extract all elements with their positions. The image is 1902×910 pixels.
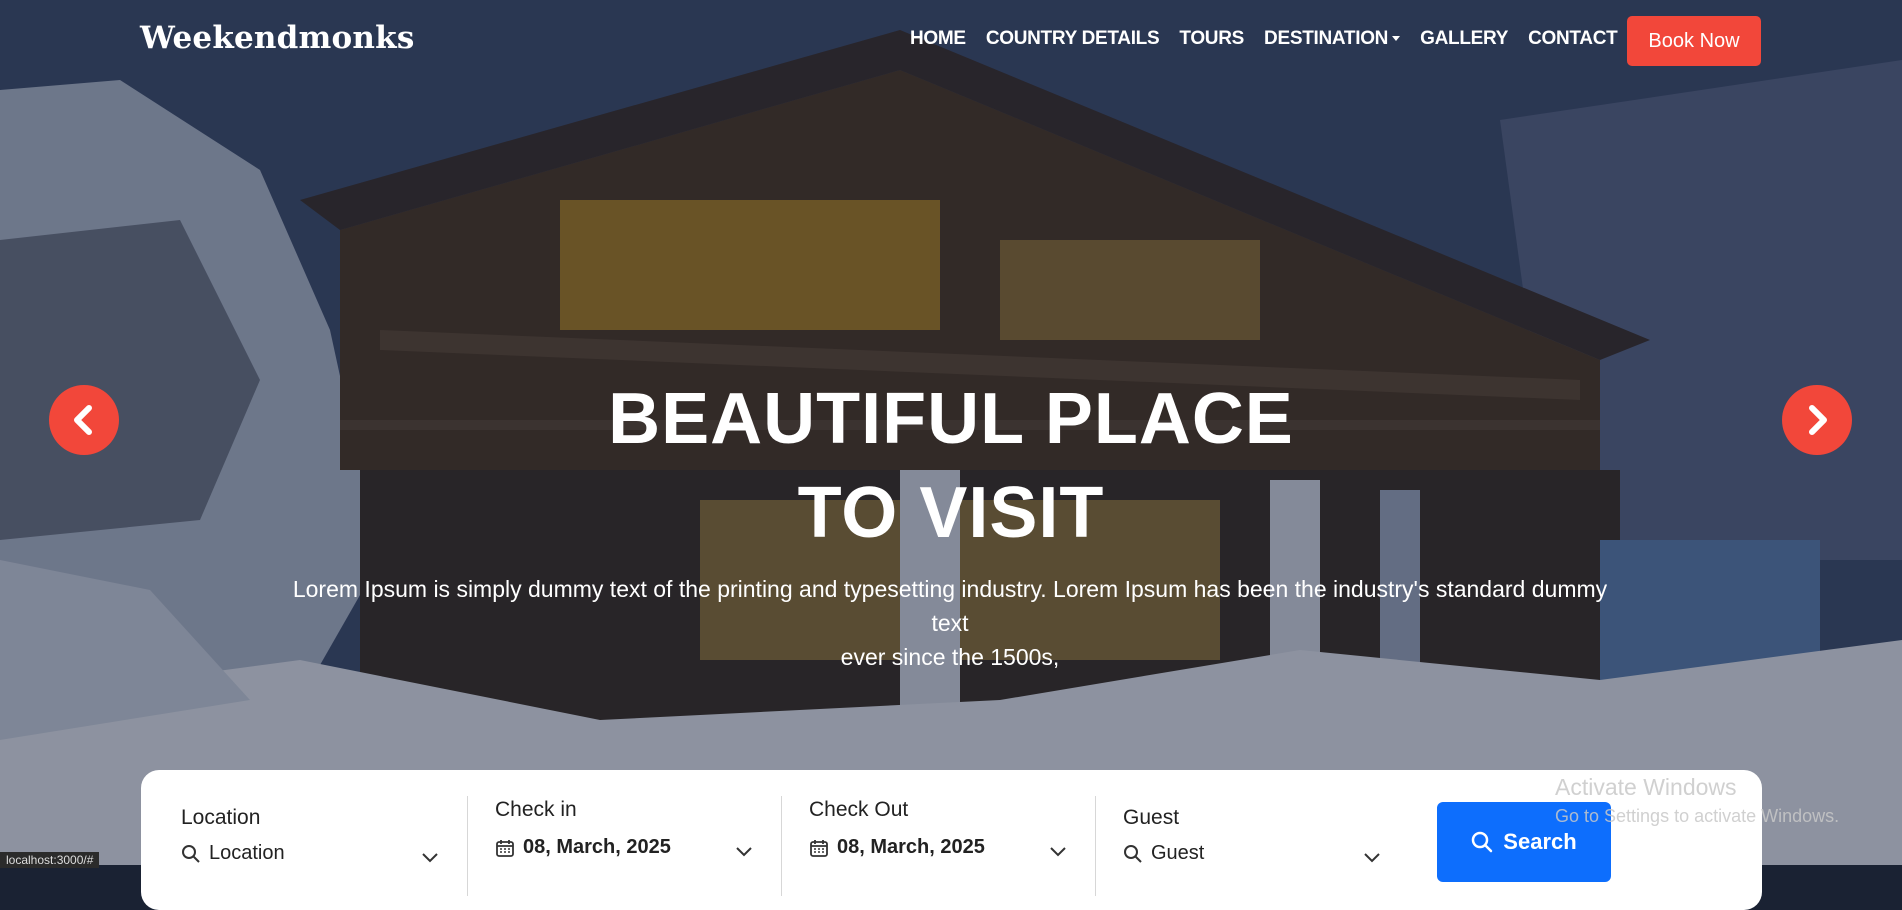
chevron-down-icon	[1364, 853, 1380, 863]
field-divider	[467, 796, 468, 896]
windows-activation-subtitle: Go to Settings to activate Windows.	[1555, 806, 1840, 826]
browser-status-url: localhost:3000/#	[0, 852, 100, 868]
nav-item-destination[interactable]: DESTINATION	[1264, 28, 1401, 50]
nav-item-tours[interactable]: TOURS	[1179, 28, 1244, 50]
location-label: Location	[181, 806, 261, 829]
search-icon	[1472, 831, 1493, 853]
nav-item-destination-label: DESTINATION	[1264, 28, 1389, 49]
field-divider	[1095, 796, 1096, 896]
nav-item-gallery[interactable]: GALLERY	[1420, 28, 1508, 50]
search-icon	[1124, 844, 1142, 863]
field-divider	[781, 796, 782, 896]
checkout-field[interactable]: Check Out 08, March, 2025	[809, 770, 1079, 890]
location-select[interactable]: Location	[181, 842, 285, 865]
calendar-icon	[496, 839, 514, 857]
hero-title-line1: BEAUTIFUL PLACE	[608, 379, 1294, 459]
checkout-value: 08, March, 2025	[837, 836, 985, 858]
guest-label: Guest	[1123, 806, 1180, 829]
checkout-date-picker[interactable]: 08, March, 2025	[809, 836, 985, 859]
book-now-button[interactable]: Book Now	[1627, 16, 1761, 66]
brand-logo[interactable]: Weekendmonks	[140, 20, 415, 56]
checkin-value: 08, March, 2025	[523, 836, 671, 858]
search-icon	[182, 844, 200, 863]
location-field[interactable]: Location Location	[181, 770, 451, 890]
guest-select[interactable]: Guest	[1123, 842, 1204, 865]
location-value: Location	[209, 842, 285, 864]
search-button-label: Search	[1503, 829, 1577, 854]
nav-item-country-details[interactable]: COUNTRY DETAILS	[986, 28, 1160, 50]
checkin-field[interactable]: Check in 08, March, 2025	[495, 770, 765, 890]
nav-item-home[interactable]: HOME	[910, 28, 966, 50]
main-nav: HOME COUNTRY DETAILS TOURS DESTINATION G…	[910, 28, 1618, 50]
chevron-down-icon	[1050, 847, 1066, 857]
hero-subtitle-line2: ever since the 1500s,	[840, 644, 1060, 670]
guest-field[interactable]: Guest Guest	[1123, 770, 1393, 890]
caret-down-icon	[1392, 36, 1401, 42]
nav-item-contact[interactable]: CONTACT	[1528, 28, 1618, 50]
checkin-label: Check in	[495, 798, 577, 821]
calendar-icon	[810, 839, 828, 857]
chevron-down-icon	[736, 847, 752, 857]
windows-activation-title: Activate Windows	[1555, 774, 1737, 800]
guest-value: Guest	[1151, 842, 1205, 864]
hero-title-line2: TO VISIT	[797, 473, 1105, 553]
hero-subtitle: Lorem Ipsum is simply dummy text of the …	[290, 572, 1610, 674]
hero-subtitle-line1: Lorem Ipsum is simply dummy text of the …	[292, 576, 1608, 636]
checkout-label: Check Out	[809, 798, 909, 821]
chevron-down-icon	[422, 853, 438, 863]
checkin-date-picker[interactable]: 08, March, 2025	[495, 836, 671, 859]
